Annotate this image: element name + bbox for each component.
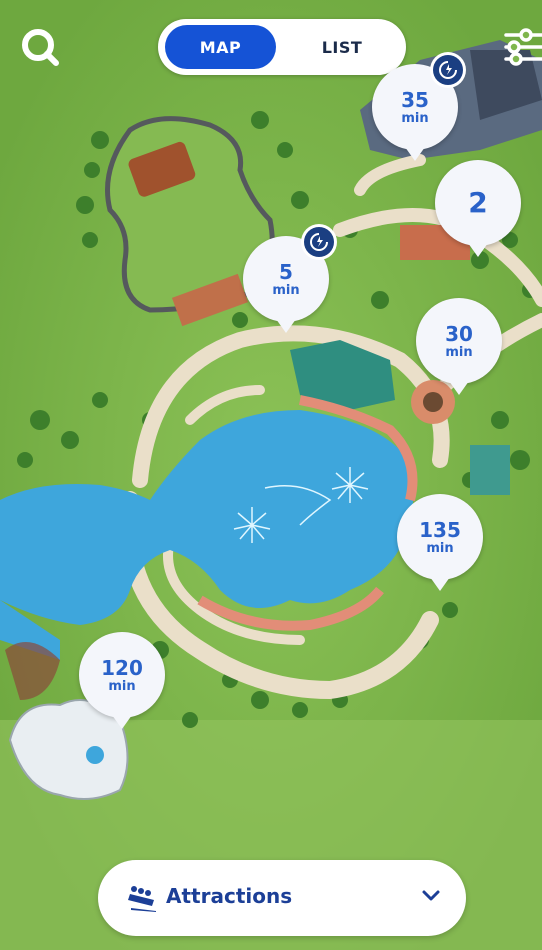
wait-time-pin[interactable]: 35 min: [372, 52, 466, 161]
wait-time-pin[interactable]: 5 min: [243, 224, 337, 333]
wait-time-pin[interactable]: 120 min: [79, 632, 165, 729]
filter-sliders-icon: [504, 28, 542, 66]
wait-time-value: 5: [279, 259, 293, 284]
lightning-lane-icon: [439, 61, 457, 79]
search-icon: [22, 29, 59, 66]
chevron-down-icon: [422, 890, 440, 901]
wait-time-value: 30: [445, 321, 473, 346]
tab-map[interactable]: MAP: [165, 25, 276, 69]
wait-time-value: 35: [401, 87, 429, 112]
filter-button[interactable]: [500, 24, 542, 70]
category-dropdown[interactable]: Attractions: [98, 860, 466, 936]
search-button[interactable]: [14, 24, 66, 70]
view-toggle: MAP LIST: [158, 19, 406, 75]
wait-time-pin[interactable]: 30 min: [416, 298, 502, 395]
lightning-lane-badge: [430, 52, 466, 88]
rollercoaster-icon: [128, 886, 156, 912]
wait-time-value: 120: [101, 655, 143, 680]
wait-time-unit: min: [272, 282, 300, 298]
wait-time-unit: min: [445, 344, 473, 360]
wait-time-unit: min: [401, 110, 429, 126]
wait-time-pin[interactable]: 135 min: [397, 494, 483, 591]
wait-time-pin[interactable]: 2: [435, 160, 521, 257]
category-label: Attractions: [166, 884, 293, 908]
lightning-lane-icon: [310, 233, 328, 251]
wait-time-unit: min: [108, 678, 136, 694]
park-map[interactable]: [0, 0, 542, 950]
wait-time-unit: min: [426, 540, 454, 556]
east-building: [470, 445, 510, 495]
lightning-lane-badge: [301, 224, 337, 260]
tab-list[interactable]: LIST: [284, 25, 400, 69]
wait-time-value: 135: [419, 517, 461, 542]
wait-time-value: 2: [468, 186, 488, 219]
